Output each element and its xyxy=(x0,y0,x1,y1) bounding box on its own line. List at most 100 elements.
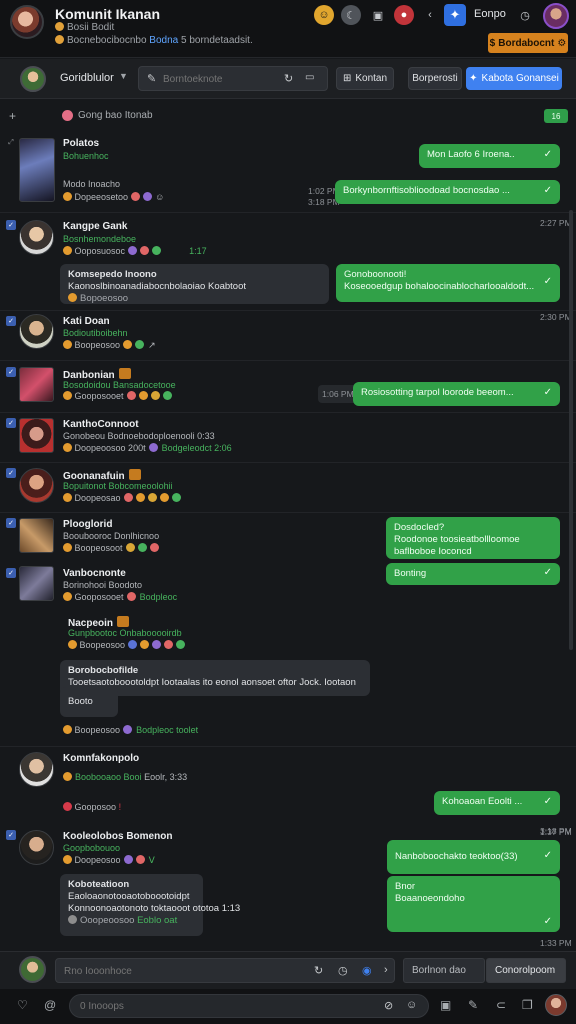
leaf-icon xyxy=(137,543,147,552)
pin-button[interactable]: ✦ xyxy=(444,4,466,26)
reaction-row[interactable]: Doopeosao xyxy=(63,493,181,503)
image-icon[interactable]: ▣ xyxy=(440,998,451,1012)
contact-button[interactable]: ⊞ Kontan xyxy=(336,67,394,90)
scrollbar[interactable] xyxy=(569,210,573,650)
toolbar: Goridblulor ▼ ✎ ↻ ▭ ⊞Kontan Borperosti ✦… xyxy=(0,59,576,99)
edit-icon[interactable]: ✎ xyxy=(468,998,478,1012)
link-icon[interactable]: ⊘ xyxy=(384,999,393,1012)
outgoing-bubble[interactable]: Mon Laofo 6 Iroena.. ✓ xyxy=(419,144,560,168)
reaction-row[interactable]: Dopeeosetoo ☺ xyxy=(63,192,164,202)
reaction-row[interactable]: Boopeosoo Bodpleoc toolet xyxy=(63,725,198,735)
chevron-down-icon[interactable]: ▼ xyxy=(119,71,128,81)
add-icon[interactable]: + xyxy=(9,109,16,123)
calendar-icon[interactable]: ▣ xyxy=(368,5,388,25)
composer-avatar[interactable] xyxy=(19,956,46,983)
read-check-icon: ✓ xyxy=(543,796,552,807)
leaf-icon xyxy=(176,640,186,649)
footer-input[interactable] xyxy=(80,999,280,1014)
meta-link[interactable]: Bodna xyxy=(149,35,178,46)
timestamp: 2:27 PM xyxy=(540,218,572,228)
at-icon[interactable]: @ xyxy=(44,998,56,1012)
emoji-icon xyxy=(140,640,150,649)
user-avatar[interactable] xyxy=(20,66,46,92)
clock-icon[interactable]: ◷ xyxy=(338,964,348,977)
reaction-row[interactable]: Gooposoo ! xyxy=(63,802,121,812)
smile-icon: ☺ xyxy=(155,192,165,202)
reaction-row[interactable]: Doopeosoo Ⅴ xyxy=(63,855,155,866)
expand-icon[interactable]: ⤢ xyxy=(6,138,16,148)
send-icon[interactable]: ◉ xyxy=(362,964,372,977)
reaction-row[interactable]: Boopeosoo ↗ xyxy=(63,340,156,351)
sender-name: Kati Doan xyxy=(63,316,110,327)
copy-icon[interactable]: ❐ xyxy=(522,998,533,1012)
select-checkbox[interactable]: ✓ xyxy=(6,568,16,578)
quoted-message[interactable]: Koboteatioon Eaoloaonotooaotoboootoidpt … xyxy=(60,874,240,936)
leaf-icon xyxy=(171,493,181,502)
outgoing-bubble[interactable]: Kohoaoan Eoolti ... ✓ xyxy=(434,791,560,815)
window-icon[interactable]: ▭ xyxy=(305,72,314,83)
alert-icon xyxy=(63,802,72,811)
primary-action-button[interactable]: ✦ Kabota Gonansei xyxy=(466,67,562,90)
reaction-link[interactable]: Bodpleoc xyxy=(140,592,178,602)
bubble-body: Koseooedgup bohaloocinablocharlooaldodt.… xyxy=(344,281,535,292)
refresh-icon[interactable]: ↻ xyxy=(314,964,323,977)
message-input[interactable] xyxy=(64,963,264,979)
quote-link[interactable]: Eoblo oat xyxy=(137,915,177,926)
heart-icon xyxy=(126,391,136,400)
emoji-icon[interactable]: ☺ xyxy=(406,999,417,1011)
select-checkbox[interactable]: ✓ xyxy=(6,220,16,230)
reaction-link[interactable]: Eoolr, 3:33 xyxy=(144,772,187,782)
select-checkbox[interactable]: ✓ xyxy=(6,830,16,840)
select-checkbox[interactable]: ✓ xyxy=(6,418,16,428)
reaction-row[interactable]: Boopeosoo xyxy=(68,640,186,650)
outgoing-bubble[interactable]: Borkynbornftisoblioodoad bocnosdao ... ✓ xyxy=(335,180,560,204)
read-check-icon: ✓ xyxy=(543,276,552,287)
reaction-row[interactable]: Doopeoosoo 200t Bodgeleodct 2:06 xyxy=(63,443,232,453)
reaction-link[interactable]: Bodgeleodct 2:06 xyxy=(162,443,232,453)
select-checkbox[interactable]: ✓ xyxy=(6,518,16,528)
reaction-icon xyxy=(68,915,77,924)
read-check-icon: ✓ xyxy=(543,850,552,861)
outgoing-bubble[interactable]: Nanboboochakto teoktoo(33) ✓ xyxy=(387,840,560,874)
reaction-link[interactable]: Bodpleoc toolet xyxy=(136,725,198,735)
header-label[interactable]: Eonpo xyxy=(474,8,506,20)
outgoing-bubble[interactable]: Gonoboonooti! Koseooedgup bohaloocinablo… xyxy=(336,264,560,302)
user-name[interactable]: Goridblulor xyxy=(60,72,114,84)
orange-action-button[interactable]: $ Bordabocnt ⚙ xyxy=(488,33,568,53)
emoji-icon[interactable]: ☺ xyxy=(314,5,334,25)
outgoing-bubble[interactable]: Dosdocled? Roodonoe toosieatbollloomoe b… xyxy=(386,517,560,559)
refresh-icon[interactable]: ↻ xyxy=(284,72,293,85)
heart-icon xyxy=(164,640,174,649)
reaction-row[interactable]: Gooposooet xyxy=(63,391,172,401)
outgoing-bubble[interactable]: Bnor Boaanoeondoho ✓ xyxy=(387,876,560,932)
moon-icon[interactable]: ☾ xyxy=(341,5,361,25)
reaction-icon xyxy=(63,493,72,502)
community-avatar[interactable] xyxy=(10,5,44,39)
reaction-icon xyxy=(63,246,72,255)
select-checkbox[interactable]: ✓ xyxy=(6,367,16,377)
select-checkbox[interactable]: ✓ xyxy=(6,316,16,326)
more-icon[interactable]: › xyxy=(384,964,388,976)
footer-profile-avatar[interactable] xyxy=(545,994,567,1016)
message-input-box: ↻ ◷ ◉ › xyxy=(55,958,395,983)
attach-icon[interactable]: ⊂ xyxy=(496,998,506,1012)
composer-option-active[interactable]: Conorolpoom xyxy=(486,958,566,983)
back-icon[interactable]: ‹ xyxy=(420,5,440,25)
reaction-row[interactable]: Gooposooet Bodpleoc xyxy=(63,592,177,602)
notification-icon[interactable]: ● xyxy=(394,5,414,25)
reaction-row[interactable]: Boopeosoot xyxy=(63,543,159,553)
divider xyxy=(0,746,576,747)
select-checkbox[interactable]: ✓ xyxy=(6,468,16,478)
filter-button[interactable]: Borperosti xyxy=(408,67,462,90)
timestamp: 1:37 PM xyxy=(540,827,572,837)
sender-status: Borinohooi Boodoto xyxy=(63,580,143,590)
quoted-message[interactable]: Komsepedo Inoono Kaonoslbinoanadiabocnbo… xyxy=(60,264,329,304)
outgoing-bubble[interactable]: Rosiosotting tarpol loorode beeom... ✓ xyxy=(353,382,560,406)
reaction-row[interactable]: Ooposuosoc 1:17 xyxy=(63,246,207,256)
profile-avatar[interactable] xyxy=(543,3,569,29)
heart-icon xyxy=(149,543,159,552)
search-input[interactable] xyxy=(163,71,273,87)
clock-icon[interactable]: ◷ xyxy=(515,5,535,25)
composer-option[interactable]: Borlnon dao xyxy=(403,958,485,983)
like-icon[interactable]: ♡ xyxy=(17,998,28,1012)
